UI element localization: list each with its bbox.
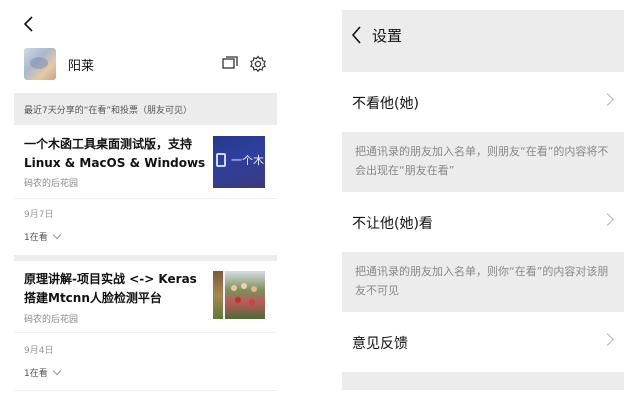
article-thumbnail[interactable]: [213, 271, 265, 319]
divider: [14, 198, 277, 199]
chevron-down-icon: [52, 230, 61, 240]
article-date: 9月7日: [24, 210, 54, 220]
row-feedback[interactable]: 意见反馈: [342, 312, 624, 372]
thumbnail-text: 一个木: [231, 154, 264, 167]
back-icon[interactable]: [350, 25, 364, 45]
row-label: 意见反馈: [352, 336, 408, 352]
chevron-right-icon: [601, 93, 614, 106]
likes-toggle[interactable]: 1在看: [24, 230, 61, 243]
gear-icon[interactable]: [248, 54, 268, 74]
settings-panel: 设置 不看他(她) 把通讯录的朋友加入名单，则朋友“在看”的内容将不会出现在“朋…: [342, 10, 624, 390]
message-icon[interactable]: [220, 54, 240, 74]
row-description: 把通讯录的朋友加入名单，则朋友“在看”的内容将不会出现在“朋友在看”: [342, 132, 624, 192]
article-title[interactable]: 一个木函工具桌面测试版，支持Linux & MacOS & Windows: [24, 135, 206, 173]
divider: [14, 255, 277, 261]
article-date: 9月4日: [24, 346, 54, 356]
divider: [14, 390, 277, 391]
app-logo-icon: [216, 153, 226, 167]
chevron-down-icon: [52, 366, 61, 376]
article-source: 码农的后花园: [24, 179, 79, 189]
likes-toggle[interactable]: 1在看: [24, 366, 61, 379]
page-title: 设置: [372, 27, 403, 45]
back-icon[interactable]: [20, 14, 38, 34]
likes-count: 1在看: [24, 369, 48, 379]
row-hide-my-posts[interactable]: 不让他(她)看: [342, 192, 624, 252]
likes-count: 1在看: [24, 233, 48, 243]
chevron-right-icon: [601, 213, 614, 226]
avatar[interactable]: [24, 48, 56, 80]
section-header: 最近7天分享的“在看”和投票（朋友可见）: [14, 93, 277, 125]
article-title[interactable]: 原理讲解-项目实战 <-> Keras搭建Mtcnn人脸检测平台: [24, 270, 206, 308]
chevron-right-icon: [601, 333, 614, 346]
row-hide-their-posts[interactable]: 不看他(她): [342, 72, 624, 132]
article-thumbnail[interactable]: 一个木: [213, 136, 265, 188]
profile-header: 阳莱: [24, 48, 277, 84]
shared-list-panel: 阳莱 最近7天分享的“在看”和投票（朋友可见） 一个木函工具桌面测试版，支持Li…: [14, 0, 277, 404]
row-description: 把通讯录的朋友加入名单，则你“在看”的内容对该朋友不可见: [342, 252, 624, 312]
divider: [14, 332, 277, 333]
row-label: 不看他(她): [352, 96, 419, 112]
article-source: 码农的后花园: [24, 315, 79, 325]
settings-header: 设置: [342, 10, 624, 62]
row-label: 不让他(她)看: [352, 216, 433, 232]
username[interactable]: 阳莱: [68, 55, 94, 74]
